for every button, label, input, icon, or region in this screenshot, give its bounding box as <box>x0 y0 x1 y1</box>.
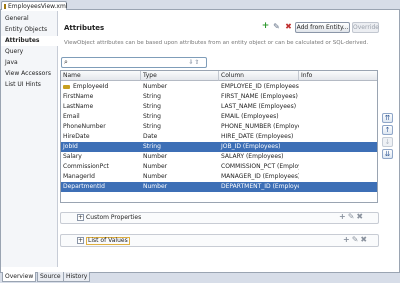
attribute-name: DepartmentId <box>63 183 105 190</box>
editor-tab-label: EmployeesView.xml <box>8 2 68 10</box>
attribute-column: LAST_NAME (Employees) <box>221 103 297 110</box>
sidebar-item-view-accessors[interactable]: View Accessors <box>1 69 58 79</box>
attribute-column: PHONE_NUMBER (Employees) <box>221 123 299 130</box>
attribute-type: String <box>143 93 161 100</box>
add-from-entity-button[interactable]: Add from Entity... <box>295 22 350 33</box>
search-navigation: ⇩ ⇧ <box>183 57 205 68</box>
search-icon[interactable]: ⌕ <box>64 59 68 66</box>
xml-file-icon <box>4 3 6 9</box>
attribute-type: String <box>143 113 161 120</box>
tab-history[interactable]: History <box>63 272 91 282</box>
column-header-name[interactable]: Name <box>61 71 141 81</box>
tab-overview[interactable]: Overview <box>2 272 37 282</box>
delete-icon[interactable]: ✖ <box>356 213 363 221</box>
attribute-type: Date <box>143 133 158 140</box>
edit-pencil-icon[interactable]: ✎ <box>272 22 281 31</box>
delete-icon[interactable]: ✖ <box>284 22 293 31</box>
move-to-top-icon[interactable]: ⇈ <box>382 113 393 123</box>
attribute-column: COMMISSION_PCT (Employees) <box>221 163 299 170</box>
table-row[interactable]: Email String EMAIL (Employees) <box>61 112 377 122</box>
section-description: ViewObject attributes can be based upon … <box>64 40 369 46</box>
add-icon[interactable]: + <box>339 213 346 221</box>
editor-tab-employeesview[interactable]: EmployeesView.xml <box>1 1 68 10</box>
table-row[interactable]: Salary Number SALARY (Employees) <box>61 152 377 162</box>
attribute-type: String <box>143 123 161 130</box>
attribute-column: EMAIL (Employees) <box>221 113 279 120</box>
attribute-name: LastName <box>63 103 94 110</box>
edit-pencil-icon[interactable]: ✎ <box>348 213 355 221</box>
attribute-name: JobId <box>63 143 78 150</box>
column-header-column[interactable]: Column <box>219 71 299 81</box>
expand-custom-properties-icon[interactable]: + <box>77 214 84 221</box>
attribute-name: ManagerId <box>63 173 95 180</box>
move-down-icon[interactable]: ↓ <box>382 137 393 147</box>
primary-key-icon <box>63 85 70 89</box>
attribute-type: String <box>143 143 161 150</box>
attribute-name: CommissionPct <box>63 163 109 170</box>
search-previous-icon[interactable]: ⇩ <box>188 59 193 66</box>
attribute-name: HireDate <box>63 133 90 140</box>
sidebar-item-attributes[interactable]: Attributes <box>1 36 58 46</box>
move-up-icon[interactable]: ↑ <box>382 125 393 135</box>
override-button[interactable]: Override <box>352 22 379 33</box>
add-icon[interactable]: + <box>343 236 350 244</box>
sidebar-item-java[interactable]: Java <box>1 58 58 68</box>
attribute-type: Number <box>143 83 168 90</box>
navigation-sidebar: General Entity Objects Attributes Query … <box>1 11 58 267</box>
tab-source[interactable]: Source <box>37 272 64 282</box>
sidebar-item-entity-objects[interactable]: Entity Objects <box>1 25 58 35</box>
table-row[interactable]: FirstName String FIRST_NAME (Employees) <box>61 92 377 102</box>
custom-properties-title[interactable]: Custom Properties <box>86 214 141 221</box>
attribute-type: Number <box>143 173 168 180</box>
list-of-values-title[interactable]: List of Values <box>86 237 130 245</box>
attribute-type: Number <box>143 163 168 170</box>
attribute-column: SALARY (Employees) <box>221 153 284 160</box>
section-title: Attributes <box>64 24 105 32</box>
attribute-name: PhoneNumber <box>63 123 106 130</box>
custom-properties-toolbar: + ✎ ✖ <box>339 213 363 221</box>
table-row[interactable]: LastName String LAST_NAME (Employees) <box>61 102 377 112</box>
column-header-info[interactable]: Info <box>299 71 377 81</box>
edit-pencil-icon[interactable]: ✎ <box>352 236 359 244</box>
list-of-values-toolbar: + ✎ ✖ <box>343 236 367 244</box>
attribute-column: FIRST_NAME (Employees) <box>221 93 298 100</box>
table-row[interactable]: PhoneNumber String PHONE_NUMBER (Employe… <box>61 122 377 132</box>
attribute-column: EMPLOYEE_ID (Employees) <box>221 83 299 90</box>
attribute-name: Salary <box>63 153 82 160</box>
move-to-bottom-icon[interactable]: ⇊ <box>382 149 393 159</box>
expand-list-of-values-icon[interactable]: + <box>77 237 84 244</box>
table-row[interactable]: ManagerId Number MANAGER_ID (Employees) <box>61 172 377 182</box>
table-row[interactable]: HireDate Date HIRE_DATE (Employees) <box>61 132 377 142</box>
delete-icon[interactable]: ✖ <box>360 236 367 244</box>
table-row[interactable]: JobId String JOB_ID (Employees) <box>61 142 377 152</box>
attribute-column: MANAGER_ID (Employees) <box>221 173 299 180</box>
sidebar-item-list-ui-hints[interactable]: List UI Hints <box>1 80 58 90</box>
sidebar-item-query[interactable]: Query <box>1 47 58 57</box>
attribute-column: JOB_ID (Employees) <box>221 143 281 150</box>
attributes-table: Name Type Column Info EmployeeId Number … <box>60 70 378 203</box>
attribute-column: DEPARTMENT_ID (Employees) <box>221 183 299 190</box>
table-row[interactable]: DepartmentId Number DEPARTMENT_ID (Emplo… <box>61 182 377 192</box>
attribute-name: EmployeeId <box>73 83 109 90</box>
search-next-icon[interactable]: ⇧ <box>195 59 200 66</box>
table-row[interactable]: EmployeeId Number EMPLOYEE_ID (Employees… <box>61 82 377 92</box>
sidebar-item-general[interactable]: General <box>1 14 58 24</box>
attribute-type: Number <box>143 153 168 160</box>
column-header-type[interactable]: Type <box>141 71 219 81</box>
attribute-name: Email <box>63 113 80 120</box>
attribute-type: String <box>143 103 161 110</box>
add-icon[interactable]: + <box>261 22 270 31</box>
attribute-column: HIRE_DATE (Employees) <box>221 133 294 140</box>
table-row[interactable]: CommissionPct Number COMMISSION_PCT (Emp… <box>61 162 377 172</box>
attribute-name: FirstName <box>63 93 94 100</box>
attribute-type: Number <box>143 183 168 190</box>
